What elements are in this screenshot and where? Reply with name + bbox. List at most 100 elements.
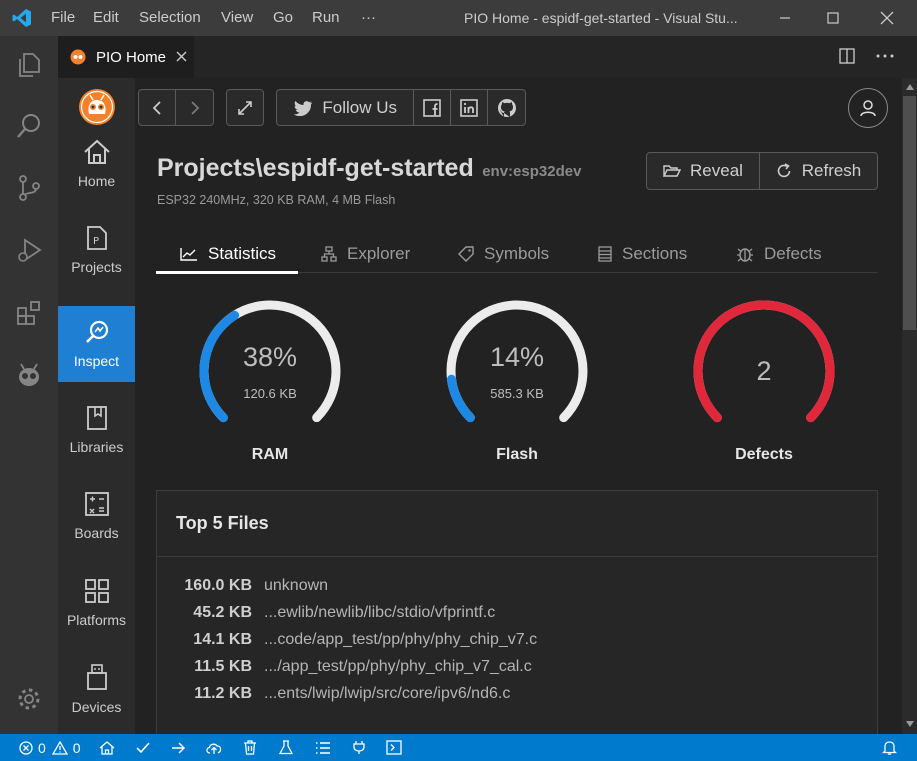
nav-home-label: Home [77, 173, 116, 189]
more-actions-icon[interactable] [876, 54, 894, 58]
remote-upload-button[interactable] [205, 734, 223, 761]
gauge-subtext: 585.3 KB [490, 386, 544, 401]
gear-icon [18, 688, 40, 710]
run-debug-icon [18, 238, 42, 262]
platformio-activity[interactable] [0, 350, 58, 400]
upload-button[interactable] [171, 734, 186, 761]
tab-pio-home[interactable]: PIO Home [58, 36, 194, 78]
serial-monitor-button[interactable] [352, 734, 366, 761]
close-tab-icon[interactable] [176, 51, 187, 62]
top-files-title: Top 5 Files [157, 491, 877, 557]
file-size: 45.2 KB [193, 604, 252, 621]
notifications-button[interactable] [882, 734, 897, 761]
file-path: .../app_test/pp/phy/phy_chip_v7_cal.c [264, 658, 532, 675]
libraries-icon [86, 406, 107, 430]
nav-projects-label: Projects [71, 259, 122, 275]
back-button[interactable] [139, 90, 177, 125]
social-group: Follow Us [276, 89, 526, 126]
boards-icon [84, 492, 109, 516]
build-button[interactable] [136, 734, 150, 761]
file-path: unknown [264, 577, 329, 594]
nav-projects[interactable]: P Projects [58, 212, 135, 288]
window-title: PIO Home - espidf-get-started - Visual S… [464, 10, 738, 26]
expand-icon [238, 100, 252, 115]
search-activity[interactable] [0, 101, 58, 151]
split-editor-icon[interactable] [839, 48, 855, 64]
scrollbar-thumb[interactable] [903, 96, 916, 330]
tab-sections[interactable]: Sections [598, 236, 687, 272]
file-row[interactable]: 14.1 KB ...code/app_test/pp/phy/phy_chip_… [157, 631, 537, 658]
tab-explorer[interactable]: Explorer [321, 236, 410, 272]
top-files-card: Top 5 Files 160.0 KB unknown 45.2 KB ...ewl… [156, 490, 878, 734]
reveal-button[interactable]: Reveal [647, 153, 760, 189]
table-icon [598, 246, 612, 262]
minimize-button[interactable] [762, 6, 808, 30]
menu-more[interactable]: ··· [361, 9, 376, 26]
menu-edit[interactable]: Edit [93, 9, 119, 26]
error-count: 0 [38, 739, 46, 756]
tab-statistics[interactable]: Statistics [180, 236, 276, 272]
nav-inspect[interactable]: Inspect [58, 306, 135, 382]
inspect-page: Follow Us Projects\espidf-get-started en… [135, 78, 902, 734]
follow-us-button[interactable]: Follow Us [277, 90, 415, 125]
pio-home-status-button[interactable] [99, 734, 115, 761]
facebook-button[interactable] [414, 90, 452, 125]
file-row[interactable]: 11.5 KB .../app_test/pp/phy/phy_chip_v7_c… [157, 658, 532, 685]
github-button[interactable] [488, 90, 525, 125]
arrow-right-icon [172, 741, 186, 754]
scroll-up-icon[interactable] [906, 84, 914, 90]
test-button[interactable] [279, 734, 293, 761]
problems-indicator[interactable]: 0 0 [19, 734, 81, 761]
vscode-logo-icon[interactable] [12, 8, 32, 28]
clean-button[interactable] [243, 734, 257, 761]
file-row[interactable]: 11.2 KB ...ents/lwip/lwip/src/core/ipv6/n… [157, 685, 510, 712]
folder-open-icon [663, 165, 682, 177]
nav-platforms[interactable]: Platforms [58, 565, 135, 641]
project-header: Projects\espidf-get-started env:esp32dev [157, 154, 581, 183]
pio-sidebar: Home P Projects Inspect Libraries Boards… [58, 78, 135, 734]
tasks-button[interactable] [315, 734, 331, 761]
source-control-activity[interactable] [0, 163, 58, 213]
file-row[interactable]: 160.0 KB unknown [157, 577, 328, 604]
refresh-button[interactable]: Refresh [760, 153, 877, 189]
gauge-subtext: 120.6 KB [243, 386, 297, 401]
nav-inspect-label: Inspect [73, 353, 120, 369]
menu-selection[interactable]: Selection [139, 9, 201, 26]
platformio-icon [70, 49, 86, 65]
nav-libraries[interactable]: Libraries [58, 392, 135, 468]
maximize-button[interactable] [810, 6, 856, 30]
explorer-activity[interactable] [0, 40, 58, 90]
gauge-value-arc [199, 310, 240, 423]
file-row[interactable]: 45.2 KB ...ewlib/newlib/libc/stdio/vfprin… [157, 604, 495, 631]
menu-view[interactable]: View [221, 9, 253, 26]
nav-devices[interactable]: Devices [58, 651, 135, 727]
file-path: ...ewlib/newlib/libc/stdio/vfprintf.c [264, 604, 496, 621]
scroll-down-icon[interactable] [906, 721, 914, 727]
tab-defects[interactable]: Defects [736, 236, 822, 272]
linkedin-button[interactable] [451, 90, 489, 125]
extensions-activity[interactable] [0, 288, 58, 338]
tab-symbols[interactable]: Symbols [458, 236, 549, 272]
run-debug-activity[interactable] [0, 226, 58, 276]
home-icon [83, 139, 110, 164]
fullscreen-button[interactable] [226, 89, 264, 126]
terminal-button[interactable] [386, 734, 402, 761]
nav-boards[interactable]: Boards [58, 478, 135, 554]
activity-bar [0, 36, 58, 734]
nav-home[interactable]: Home [58, 126, 135, 202]
account-button[interactable] [848, 88, 888, 128]
menu-run[interactable]: Run [312, 9, 340, 26]
history-nav-group [138, 89, 214, 126]
forward-button[interactable] [176, 90, 213, 125]
minimize-icon [780, 17, 790, 19]
editor-tab-bar: PIO Home [58, 36, 917, 78]
close-window-button[interactable] [864, 6, 910, 30]
menu-file[interactable]: File [51, 9, 75, 26]
nav-platforms-label: Platforms [66, 612, 127, 628]
list-icon [316, 741, 330, 754]
platformio-logo-icon[interactable] [78, 88, 116, 126]
menu-go[interactable]: Go [273, 9, 293, 26]
file-size: 11.2 KB [194, 685, 252, 702]
file-path: ...ents/lwip/lwip/src/core/ipv6/nd6.c [264, 685, 511, 702]
manage-activity[interactable] [0, 674, 58, 724]
